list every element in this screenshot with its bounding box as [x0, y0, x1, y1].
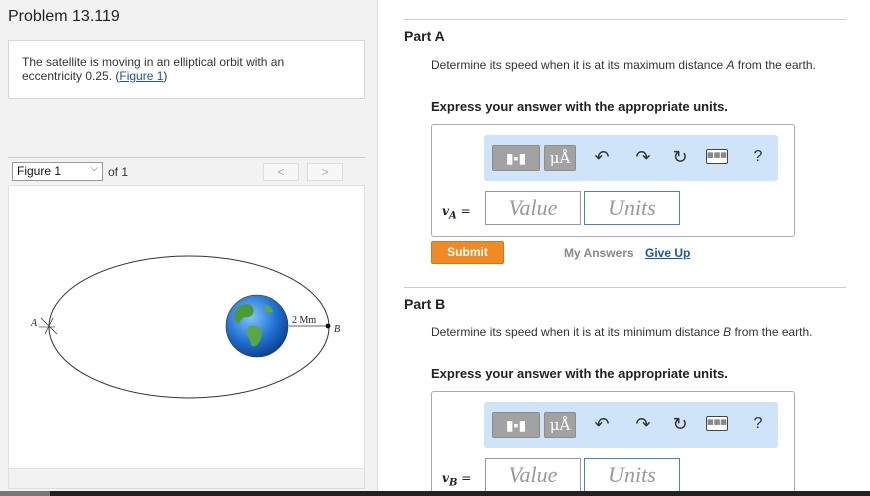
keyboard-icon[interactable]: ▦▦▦	[706, 416, 728, 431]
part-a-var-name: v	[442, 204, 449, 218]
part-b-var-name: v	[442, 471, 449, 485]
answer-panel: Part A Determine its speed when it is at…	[378, 0, 870, 496]
part-a-units-input[interactable]: Units	[584, 191, 680, 225]
problem-statement: The satellite is moving in an elliptical…	[22, 55, 342, 83]
part-b-divider	[404, 287, 846, 288]
figure-count: of 1	[108, 165, 129, 179]
figure-link-close: )	[163, 69, 168, 83]
part-a-toolbar: ▮▪▮ μÅ ↶ ↷ ↻ ▦▦▦ ?	[484, 135, 778, 181]
my-answers-link[interactable]: My Answers	[564, 246, 634, 260]
label-b: B	[334, 324, 340, 335]
figure-link[interactable]: Figure 1	[119, 69, 163, 83]
chevron-down-icon: ⌵	[90, 163, 98, 174]
part-a-variable-label: vA =	[442, 204, 471, 221]
reset-icon[interactable]: ↻	[670, 147, 690, 167]
problem-panel: Problem 13.119 The satellite is moving i…	[0, 0, 378, 496]
undo-icon[interactable]: ↶	[592, 147, 612, 167]
problem-statement-box: The satellite is moving in an elliptical…	[8, 40, 365, 99]
part-b-units-input[interactable]: Units	[584, 458, 680, 492]
units-template-button[interactable]: μÅ	[544, 145, 576, 171]
label-a: A	[30, 318, 38, 329]
fraction-template-button[interactable]: ▮▪▮	[492, 145, 540, 171]
horizontal-scrollbar[interactable]	[0, 491, 870, 496]
figure-select-value: Figure 1	[17, 164, 62, 178]
keyboard-icon[interactable]: ▦▦▦	[706, 149, 728, 164]
part-a-title: Part A	[404, 28, 445, 44]
reset-icon[interactable]: ↻	[670, 414, 690, 434]
units-template-button[interactable]: μÅ	[544, 412, 576, 438]
give-up-link[interactable]: Give Up	[645, 246, 690, 260]
part-a-question-post: from the earth.	[734, 58, 816, 72]
fraction-icon: ▮▪▮	[505, 417, 527, 433]
previous-figure-button[interactable]: <	[263, 163, 299, 181]
part-b-question: Determine its speed when it is at its mi…	[431, 324, 826, 340]
part-b-equals: =	[457, 471, 472, 485]
part-b-toolbar: ▮▪▮ μÅ ↶ ↷ ↻ ▦▦▦ ?	[484, 402, 778, 448]
part-a-value-input[interactable]: Value	[485, 191, 581, 225]
part-a-question: Determine its speed when it is at its ma…	[431, 57, 826, 73]
part-b-question-post: from the earth.	[731, 325, 813, 339]
part-a-instruction: Express your answer with the appropriate…	[431, 99, 728, 114]
part-b-instruction: Express your answer with the appropriate…	[431, 366, 728, 381]
figure-footer	[8, 469, 365, 489]
redo-icon[interactable]: ↷	[633, 147, 653, 167]
part-b-title: Part B	[404, 296, 446, 312]
distance-label: 2 Mm	[292, 315, 316, 326]
part-b-answer-box: ▮▪▮ μÅ ↶ ↷ ↻ ▦▦▦ ? vB = Value Units	[431, 391, 795, 496]
fraction-template-button[interactable]: ▮▪▮	[492, 412, 540, 438]
satellite-point-b	[325, 323, 331, 329]
part-a-question-pre: Determine its speed when it is at its ma…	[431, 58, 727, 72]
part-a-divider	[404, 19, 846, 20]
next-figure-button[interactable]: >	[307, 163, 343, 181]
figure-image: 2 Mm B A	[8, 185, 365, 469]
earth-icon	[225, 294, 289, 358]
help-icon[interactable]: ?	[748, 414, 768, 434]
part-b-question-var: B	[723, 325, 732, 339]
part-b-value-input[interactable]: Value	[485, 458, 581, 492]
scrollbar-thumb[interactable]	[0, 491, 50, 496]
figure-select[interactable]: Figure 1 ⌵	[12, 162, 103, 181]
part-a-equals: =	[456, 204, 471, 218]
satellite-icon	[39, 317, 58, 335]
part-b-variable-label: vB =	[442, 471, 471, 488]
redo-icon[interactable]: ↷	[633, 414, 653, 434]
part-b-question-pre: Determine its speed when it is at its mi…	[431, 325, 724, 339]
orbit-diagram: 2 Mm B A	[30, 255, 340, 399]
problem-title: Problem 13.119	[8, 8, 120, 25]
part-a-submit-button[interactable]: Submit	[431, 241, 504, 264]
fraction-icon: ▮▪▮	[505, 150, 527, 166]
figure-navigation: Figure 1 ⌵ of 1 < >	[8, 157, 365, 185]
help-icon[interactable]: ?	[748, 147, 768, 167]
part-a-var-sub: A	[448, 210, 457, 222]
part-a-answer-box: ▮▪▮ μÅ ↶ ↷ ↻ ▦▦▦ ? vA = Value Units	[431, 124, 795, 237]
undo-icon[interactable]: ↶	[592, 414, 612, 434]
